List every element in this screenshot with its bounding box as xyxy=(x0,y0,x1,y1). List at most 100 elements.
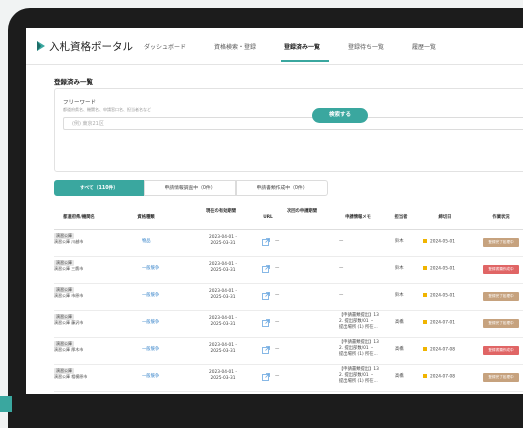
decorative-corner xyxy=(0,396,12,412)
nav-history-list[interactable]: 履歴一覧 xyxy=(412,42,436,51)
qualification-link[interactable]: 一般競争 xyxy=(142,347,159,353)
person-cell: 鈴木 xyxy=(395,266,404,271)
col-memo[interactable]: 申請情報メモ xyxy=(336,215,380,221)
deadline-dot-icon xyxy=(423,266,427,270)
col-org[interactable]: 都道府県/機関名 xyxy=(54,215,104,221)
status-button[interactable]: 登録書類作成中 xyxy=(483,346,519,355)
deadline-cell: 2024-07-01 xyxy=(423,320,455,327)
org-cell: 演習公庫 演習公庫 市原市 xyxy=(54,287,100,299)
memo-cell: 【申請書類提出】13 2. 提出部数/01 ・提出場所 (1) 所在... xyxy=(339,313,391,331)
deadline-date: 2024-05-01 xyxy=(430,239,455,245)
col-status[interactable]: 作業状況 xyxy=(485,215,517,221)
valid-to: 2025-03-31 xyxy=(210,268,236,273)
org-cell: 演習公庫 演習公庫 相模原市 xyxy=(54,368,100,380)
col-qualification[interactable]: 資格種類 xyxy=(126,215,166,221)
org-cell: 演習公庫 演習公庫 藤沢市 xyxy=(54,314,100,326)
valid-from: 2023-04-01 - xyxy=(209,343,237,348)
deadline-cell: 2024-05-01 xyxy=(423,266,455,273)
memo-line: 2. 提出部数/01 ・ xyxy=(339,346,375,351)
table-row[interactable]: 演習公庫 演習公庫 市原市 一般競争 2023-04-01 -2025-03-31 — —… xyxy=(54,283,523,311)
col-valid-period[interactable]: 現在の有効期間 xyxy=(204,209,238,215)
app-logo[interactable]: 入札資格ポータル xyxy=(36,38,133,54)
next-period-cell: — xyxy=(275,320,280,325)
table-row[interactable]: 演習公庫 演習公庫 川越市物品 2023-04-01 -2025-03-31 — — 鈴木… xyxy=(54,229,523,257)
valid-to: 2025-03-31 xyxy=(210,322,236,327)
col-next-period[interactable]: 次回の申請期間 xyxy=(286,209,318,215)
qualification-link[interactable]: 一般競争 xyxy=(142,320,159,326)
external-link-icon[interactable] xyxy=(262,265,270,273)
deadline-date: 2024-07-08 xyxy=(430,374,455,380)
qualification-link[interactable]: 一般競争 xyxy=(142,266,159,272)
nav-search-register[interactable]: 資格検索・登録 xyxy=(214,42,256,51)
memo-line: — xyxy=(339,239,344,244)
valid-from: 2023-04-01 - xyxy=(209,262,237,267)
external-link-icon[interactable] xyxy=(262,373,270,381)
person-cell: 鈴木 xyxy=(395,239,404,244)
valid-from: 2023-04-01 - xyxy=(209,370,237,375)
deadline-cell: 2024-05-01 xyxy=(423,293,455,300)
col-url[interactable]: URL xyxy=(262,215,274,221)
external-link-icon[interactable] xyxy=(262,238,270,246)
org-name: 演習公庫 厚木市 xyxy=(54,347,84,352)
valid-period-cell: 2023-04-01 -2025-03-31 xyxy=(204,262,242,274)
qualification-link[interactable]: 一般競争 xyxy=(142,374,159,380)
col-person[interactable]: 担当者 xyxy=(393,215,409,221)
status-button[interactable]: 登録完了処理中 xyxy=(483,373,519,382)
tab-preparing-docs[interactable]: 申請書類作成中（0件） xyxy=(236,180,328,196)
nav-registered-list[interactable]: 登録済み一覧 xyxy=(284,42,320,51)
deadline-dot-icon xyxy=(423,374,427,378)
nav-pending-list[interactable]: 登録待ち一覧 xyxy=(348,42,384,51)
qualification-link[interactable]: 一般競争 xyxy=(142,293,159,299)
memo-cell: — xyxy=(339,239,391,245)
col-deadline[interactable]: 締切日 xyxy=(435,215,455,221)
tab-all[interactable]: すべて（110件） xyxy=(54,180,144,196)
memo-line: 提出場所 (1) 所在... xyxy=(339,325,378,330)
person-cell: 高橋 xyxy=(395,347,404,352)
top-header: 入札資格ポータル ダッシュボード 資格検索・登録 登録済み一覧 登録待ち一覧 履… xyxy=(26,28,523,65)
status-button[interactable]: 登録書類作成中 xyxy=(483,265,519,274)
status-button[interactable]: 登録完了処理中 xyxy=(483,238,519,247)
memo-line: 提出場所 (1) 所在... xyxy=(339,379,378,384)
memo-line: 2. 提出部数/01 ・ xyxy=(339,319,375,324)
valid-from: 2023-04-01 - xyxy=(209,235,237,240)
keyword-input[interactable]: (例) 東京21区 xyxy=(63,117,523,130)
deadline-cell: 2024-07-08 xyxy=(423,374,455,381)
valid-from: 2023-04-01 - xyxy=(209,316,237,321)
memo-line: — xyxy=(339,266,344,271)
status-button[interactable]: 登録完了処理中 xyxy=(483,319,519,328)
external-link-icon[interactable] xyxy=(262,319,270,327)
memo-line: 提出場所 (1) 所在... xyxy=(339,352,378,357)
search-panel: フリーワード 都道府県名、機関名、申請窓口名、担当者名など (例) 東京21区 xyxy=(54,88,523,172)
qualification-link[interactable]: 物品 xyxy=(142,239,151,245)
org-cell: 演習公庫 演習公庫 川越市 xyxy=(54,233,100,245)
next-period-cell: — xyxy=(275,374,280,379)
keyword-hint: 都道府県名、機関名、申請窓口名、担当者名など xyxy=(63,107,151,112)
valid-to: 2025-03-31 xyxy=(210,241,236,246)
search-button[interactable]: 検索する xyxy=(312,108,368,123)
page-title: 登録済み一覧 xyxy=(54,78,93,86)
tab-investigating[interactable]: 申請情報調査中（0件） xyxy=(144,180,236,196)
person-cell: 鈴木 xyxy=(395,293,404,298)
valid-period-cell: 2023-04-01 -2025-03-31 xyxy=(204,289,242,301)
table-row[interactable]: 演習公庫 演習公庫 藤沢市一般競争 2023-04-01 -2025-03-31 — 【… xyxy=(54,310,523,338)
memo-line: 【申請書類提出】13 xyxy=(339,340,379,345)
deadline-date: 2024-05-01 xyxy=(430,293,455,299)
deadline-dot-icon xyxy=(423,293,427,297)
table-header: 都道府県/機関名 資格種類 現在の有効期間 URL 次回の申請期間 申請情報メモ… xyxy=(54,207,523,230)
valid-period-cell: 2023-04-01 -2025-03-31 xyxy=(204,235,242,247)
external-link-icon[interactable] xyxy=(262,292,270,300)
next-period-cell: — xyxy=(275,293,280,298)
table-row[interactable]: 演習公庫 演習公庫 厚木市 一般競争 2023-04-01 -2025-03-31 — 【… xyxy=(54,337,523,365)
table-row[interactable]: 演習公庫 演習公庫 相模原市 一般競争 2023-04-01 -2025-03-31 —… xyxy=(54,364,523,392)
person-cell: 高橋 xyxy=(395,320,404,325)
memo-cell: 【申請書類提出】13 2. 提出部数/01 ・提出場所 (1) 所在... xyxy=(339,340,391,358)
app-title: 入札資格ポータル xyxy=(49,40,133,53)
org-name: 演習公庫 川越市 xyxy=(54,239,84,244)
external-link-icon[interactable] xyxy=(262,346,270,354)
status-button[interactable]: 登録完了処理中 xyxy=(483,292,519,301)
org-name: 演習公庫 三鷹市 xyxy=(54,266,84,271)
org-name: 演習公庫 相模原市 xyxy=(54,374,88,379)
nav-dashboard[interactable]: ダッシュボード xyxy=(144,42,186,51)
next-period-cell: — xyxy=(275,239,280,244)
table-row[interactable]: 演習公庫 演習公庫 三鷹市 一般競争 2023-04-01 -2025-03-31 — —… xyxy=(54,256,523,284)
